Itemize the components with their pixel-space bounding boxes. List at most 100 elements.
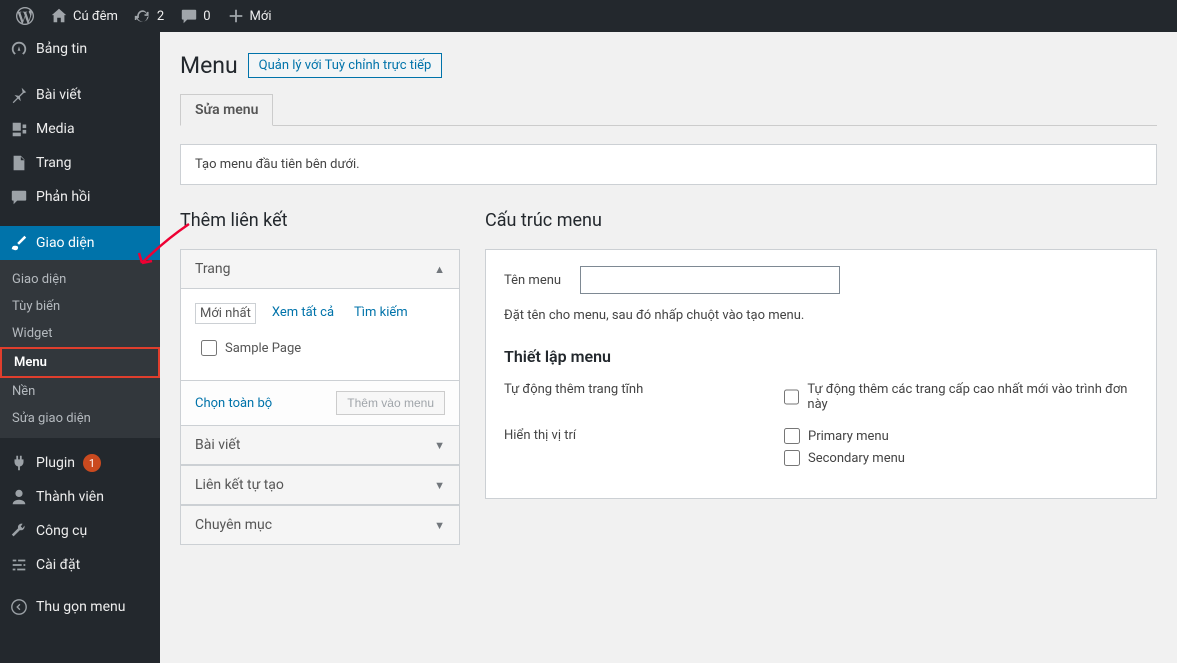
page-checkbox[interactable] (201, 340, 217, 356)
menu-name-help: Đặt tên cho menu, sau đó nhấp chuột vào … (504, 308, 1138, 323)
sidebar-item-label: Bảng tin (36, 41, 87, 57)
submenu-item-customize[interactable]: Tùy biến (0, 293, 160, 320)
manage-with-customizer-link[interactable]: Quản lý với Tuỳ chỉnh trực tiếp (248, 53, 443, 78)
admin-sidebar: Bảng tin Bài viết Media Trang Phản hồi G… (0, 32, 160, 663)
sidebar-item-label: Trang (36, 155, 72, 171)
display-location-row: Hiển thị vị trí Primary menu Secondary m… (504, 428, 1138, 472)
appearance-submenu: Giao diện Tùy biến Widget Menu Nền Sửa g… (0, 260, 160, 438)
display-location-label: Hiển thị vị trí (504, 428, 764, 472)
comment-icon (10, 188, 28, 206)
page-label: Sample Page (225, 341, 301, 356)
accordion-posts: Bài viết ▼ (180, 425, 460, 466)
updates-count: 2 (157, 9, 164, 24)
accordion-custom-header[interactable]: Liên kết tự tạo ▼ (181, 466, 459, 505)
wordpress-icon (16, 7, 34, 25)
auto-add-checkbox[interactable] (784, 389, 799, 405)
caret-down-icon: ▼ (434, 439, 445, 452)
menu-settings-panel: Tên menu Đặt tên cho menu, sau đó nhấp c… (485, 249, 1157, 499)
add-links-column: Thêm liên kết Trang ▲ Mới nhất Xem tất c… (180, 210, 460, 544)
sidebar-item-tools[interactable]: Công cụ (0, 514, 160, 548)
accordion-posts-header[interactable]: Bài viết ▼ (181, 426, 459, 465)
user-icon (10, 488, 28, 506)
sidebar-item-label: Giao diện (36, 235, 94, 251)
location-secondary-label: Secondary menu (808, 451, 905, 466)
sidebar-item-label: Plugin (36, 455, 75, 471)
sidebar-item-label: Media (36, 121, 75, 137)
sidebar-item-comments[interactable]: Phản hồi (0, 180, 160, 214)
page-header: Menu Quản lý với Tuỳ chỉnh trực tiếp (180, 52, 1157, 79)
accordion-pages: Trang ▲ Mới nhất Xem tất cả Tìm kiếm Sam… (180, 249, 460, 426)
main-wrap: Bảng tin Bài viết Media Trang Phản hồi G… (0, 32, 1177, 663)
sidebar-item-collapse[interactable]: Thu gọn menu (0, 590, 160, 624)
sidebar-item-dashboard[interactable]: Bảng tin (0, 32, 160, 66)
sidebar-item-label: Bài viết (36, 87, 81, 103)
accordion-title: Chuyên mục (195, 517, 272, 533)
new-content-link[interactable]: Mới (219, 0, 280, 32)
sidebar-item-label: Thu gọn menu (36, 599, 125, 615)
submenu-item-widgets[interactable]: Widget (0, 320, 160, 347)
brush-icon (10, 234, 28, 252)
sliders-icon (10, 556, 28, 574)
accordion-title: Trang (195, 261, 231, 277)
location-secondary-checkbox[interactable] (784, 450, 800, 466)
comment-icon (180, 7, 198, 25)
sidebar-item-posts[interactable]: Bài viết (0, 78, 160, 112)
filter-tab-search[interactable]: Tìm kiếm (350, 303, 412, 324)
wp-logo[interactable] (8, 0, 42, 32)
auto-add-option-label: Tự động thêm các trang cấp cao nhất mới … (807, 382, 1138, 412)
menu-structure-column: Cấu trúc menu Tên menu Đặt tên cho menu,… (485, 210, 1157, 499)
menu-structure-heading: Cấu trúc menu (485, 210, 1157, 231)
add-links-heading: Thêm liên kết (180, 210, 460, 231)
menu-name-input[interactable] (580, 266, 840, 294)
admin-bar: Cú đêm 2 0 Mới (0, 0, 1177, 32)
new-label: Mới (250, 9, 272, 24)
pages-filter-tabs: Mới nhất Xem tất cả Tìm kiếm (195, 303, 445, 324)
page-title: Menu (180, 52, 238, 79)
accordion-title: Liên kết tự tạo (195, 477, 284, 493)
accordion-pages-header[interactable]: Trang ▲ (181, 250, 459, 289)
location-primary-label: Primary menu (808, 429, 889, 444)
sidebar-item-label: Cài đặt (36, 557, 80, 573)
submenu-item-themes[interactable]: Giao diện (0, 266, 160, 293)
accordion-custom-links: Liên kết tự tạo ▼ (180, 465, 460, 506)
media-icon (10, 120, 28, 138)
nav-tabs: Sửa menu (180, 94, 1157, 126)
sidebar-item-appearance[interactable]: Giao diện (0, 226, 160, 260)
sidebar-item-label: Công cụ (36, 523, 87, 539)
add-to-menu-button[interactable]: Thêm vào menu (336, 391, 445, 415)
submenu-item-background[interactable]: Nền (0, 378, 160, 405)
caret-down-icon: ▼ (434, 519, 445, 532)
dashboard-icon (10, 40, 28, 58)
plugin-update-badge: 1 (83, 454, 101, 472)
main-content: Menu Quản lý với Tuỳ chỉnh trực tiếp Sửa… (160, 32, 1177, 663)
submenu-item-menus[interactable]: Menu (0, 347, 160, 378)
menu-name-field-row: Tên menu (504, 266, 1138, 294)
filter-tab-all[interactable]: Xem tất cả (268, 303, 338, 324)
updates-link[interactable]: 2 (126, 0, 172, 32)
accordion-categories-header[interactable]: Chuyên mục ▼ (181, 506, 459, 544)
menu-settings-title: Thiết lập menu (504, 347, 1138, 366)
comments-link[interactable]: 0 (172, 0, 218, 32)
wrench-icon (10, 522, 28, 540)
home-icon (50, 7, 68, 25)
tab-edit-menu[interactable]: Sửa menu (180, 94, 273, 126)
select-all-link[interactable]: Chọn toàn bộ (195, 396, 272, 411)
accordion-title: Bài viết (195, 437, 240, 453)
refresh-icon (134, 7, 152, 25)
sidebar-item-pages[interactable]: Trang (0, 146, 160, 180)
menu-name-label: Tên menu (504, 273, 566, 288)
auto-add-row: Tự động thêm trang tĩnh Tự động thêm các… (504, 382, 1138, 418)
sidebar-item-settings[interactable]: Cài đặt (0, 548, 160, 582)
page-item-sample[interactable]: Sample Page (195, 336, 445, 366)
submenu-item-editor[interactable]: Sửa giao diện (0, 405, 160, 432)
sidebar-item-media[interactable]: Media (0, 112, 160, 146)
sidebar-item-users[interactable]: Thành viên (0, 480, 160, 514)
sidebar-item-plugins[interactable]: Plugin 1 (0, 446, 160, 480)
site-name-link[interactable]: Cú đêm (42, 0, 126, 32)
accordion-categories: Chuyên mục ▼ (180, 505, 460, 545)
location-primary-checkbox[interactable] (784, 428, 800, 444)
caret-up-icon: ▲ (434, 263, 445, 276)
auto-add-label: Tự động thêm trang tĩnh (504, 382, 764, 418)
notice-create-first-menu: Tạo menu đầu tiên bên dưới. (180, 144, 1157, 185)
filter-tab-recent[interactable]: Mới nhất (195, 303, 256, 324)
